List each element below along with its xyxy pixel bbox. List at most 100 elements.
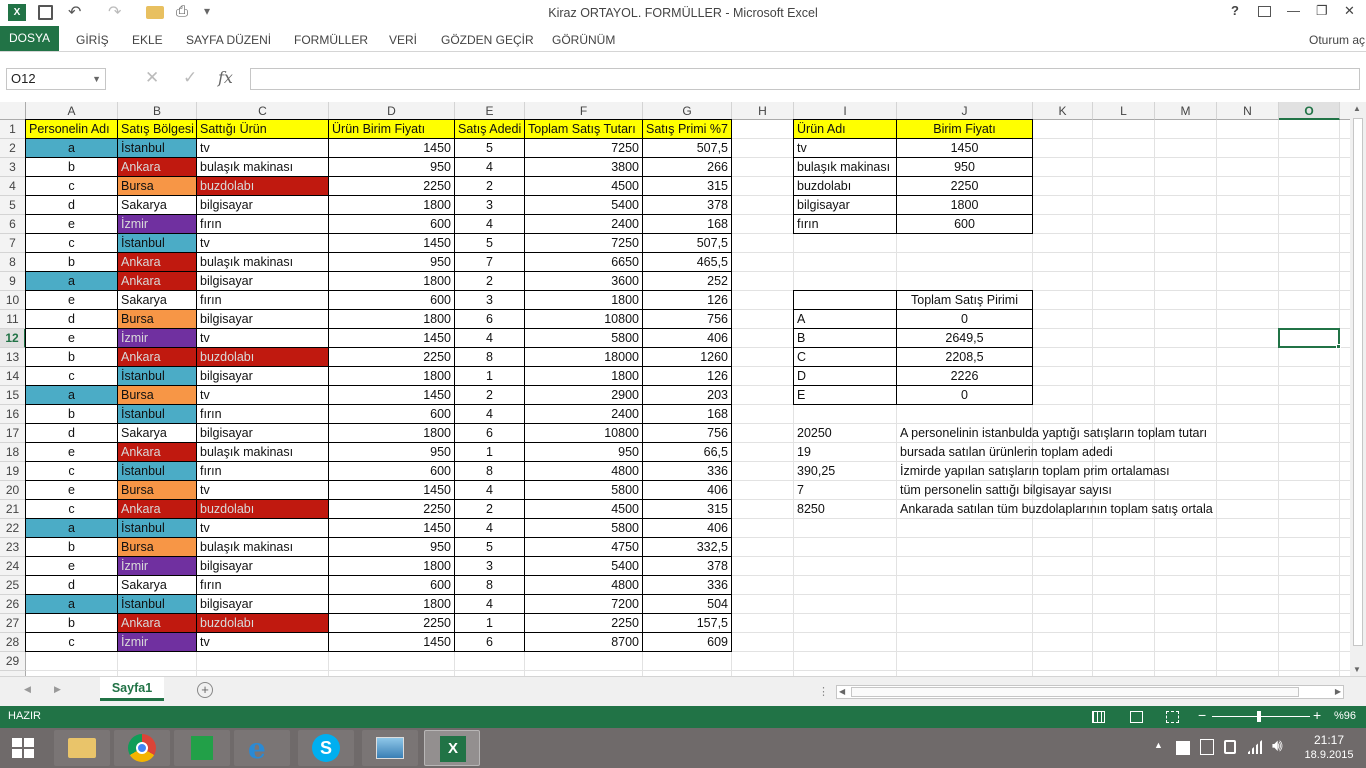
close-button[interactable]: ✕ <box>1344 3 1355 19</box>
column-header-o[interactable]: O <box>1279 102 1340 120</box>
table-cell[interactable]: 4 <box>454 480 525 500</box>
save-icon[interactable] <box>38 5 53 20</box>
row-header[interactable]: 21 <box>0 500 26 519</box>
table-cell[interactable]: 2900 <box>524 385 643 405</box>
table-cell[interactable]: Ankara <box>117 157 197 177</box>
table-cell[interactable]: bilgisayar <box>196 423 329 443</box>
prim-cell[interactable]: A <box>793 309 897 329</box>
table-cell[interactable]: 950 <box>328 252 455 272</box>
table-cell[interactable]: 609 <box>642 632 732 652</box>
table-cell[interactable]: 1 <box>454 613 525 633</box>
table-cell[interactable]: 1450 <box>328 632 455 652</box>
price-cell[interactable]: 600 <box>896 214 1033 234</box>
table-cell[interactable]: 4 <box>454 328 525 348</box>
table-cell[interactable]: 2 <box>454 385 525 405</box>
table-cell[interactable]: bilgisayar <box>196 195 329 215</box>
cancel-icon[interactable]: ✕ <box>145 68 159 88</box>
table-cell[interactable]: c <box>25 499 118 519</box>
summary-value[interactable]: 8250 <box>794 500 897 519</box>
zoom-slider-thumb[interactable] <box>1257 711 1261 722</box>
table-cell[interactable]: İstanbul <box>117 233 197 253</box>
row-header[interactable]: 7 <box>0 234 26 253</box>
table-cell[interactable]: Sakarya <box>117 195 197 215</box>
price-cell[interactable]: tv <box>793 138 897 158</box>
table-cell[interactable]: 1260 <box>642 347 732 367</box>
hscroll-thumb[interactable] <box>851 687 1299 697</box>
summary-value[interactable]: 7 <box>794 481 897 500</box>
tab-home[interactable]: GİRİŞ <box>76 30 109 50</box>
table-cell[interactable]: 1800 <box>328 366 455 386</box>
table-cell[interactable]: 7200 <box>524 594 643 614</box>
price-cell[interactable]: fırın <box>793 214 897 234</box>
row-header[interactable]: 26 <box>0 595 26 614</box>
table-cell[interactable]: 4 <box>454 594 525 614</box>
summary-label[interactable]: A personelinin istanbulda yaptığı satışl… <box>897 424 1210 443</box>
formula-input[interactable] <box>250 68 1360 90</box>
table-cell[interactable]: c <box>25 632 118 652</box>
table-cell[interactable]: Ankara <box>117 499 197 519</box>
table-cell[interactable]: fırın <box>196 575 329 595</box>
table-cell[interactable]: 7250 <box>524 233 643 253</box>
table-cell[interactable]: 1450 <box>328 328 455 348</box>
column-header-g[interactable]: G <box>643 102 732 120</box>
table-cell[interactable]: Sakarya <box>117 423 197 443</box>
table-cell[interactable]: 4800 <box>524 575 643 595</box>
power-icon[interactable] <box>1224 740 1236 754</box>
table-cell[interactable]: 1800 <box>328 271 455 291</box>
tab-view[interactable]: GÖRÜNÜM <box>552 30 615 50</box>
table-cell[interactable]: Bursa <box>117 480 197 500</box>
zoom-out-button[interactable]: − <box>1198 707 1206 723</box>
table-header-cell[interactable]: Satış Bölgesi <box>117 119 197 139</box>
column-header-k[interactable]: K <box>1033 102 1093 120</box>
table-cell[interactable]: bilgisayar <box>196 556 329 576</box>
table-cell[interactable]: İstanbul <box>117 461 197 481</box>
table-cell[interactable]: c <box>25 176 118 196</box>
scroll-up-icon[interactable]: ▲ <box>1353 104 1361 113</box>
price-cell[interactable]: 1450 <box>896 138 1033 158</box>
table-cell[interactable]: 1450 <box>328 480 455 500</box>
table-header-cell[interactable]: Satış Primi %7 <box>642 119 732 139</box>
help-button[interactable]: ? <box>1231 3 1239 18</box>
table-header-cell[interactable]: Toplam Satış Tutarı <box>524 119 643 139</box>
table-cell[interactable]: 66,5 <box>642 442 732 462</box>
ribbon-display-options-icon[interactable] <box>1258 6 1271 17</box>
table-cell[interactable]: tv <box>196 632 329 652</box>
summary-label[interactable]: İzmirde yapılan satışların toplam prim o… <box>897 462 1173 481</box>
table-cell[interactable]: Bursa <box>117 537 197 557</box>
table-cell[interactable]: Sakarya <box>117 290 197 310</box>
row-header[interactable]: 5 <box>0 196 26 215</box>
table-cell[interactable]: İzmir <box>117 214 197 234</box>
table-cell[interactable]: 3800 <box>524 157 643 177</box>
prim-cell[interactable]: 2226 <box>896 366 1033 386</box>
table-cell[interactable]: 1450 <box>328 385 455 405</box>
insert-function-icon[interactable]: fx <box>218 68 233 87</box>
worksheet-grid[interactable]: ABCDEFGHIJKLMNOP123456789101112131415161… <box>0 102 1350 676</box>
table-cell[interactable]: 2250 <box>328 499 455 519</box>
summary-label[interactable]: bursada satılan ürünlerin toplam adedi <box>897 443 1116 462</box>
table-cell[interactable]: İstanbul <box>117 594 197 614</box>
account-sign-in[interactable]: Oturum aç <box>1309 30 1365 50</box>
prim-cell[interactable]: C <box>793 347 897 367</box>
tab-review[interactable]: GÖZDEN GEÇİR <box>441 30 534 50</box>
table-cell[interactable]: e <box>25 480 118 500</box>
page-break-view-icon[interactable] <box>1166 711 1179 723</box>
row-header[interactable]: 27 <box>0 614 26 633</box>
column-header-c[interactable]: C <box>197 102 329 120</box>
table-cell[interactable]: b <box>25 157 118 177</box>
table-cell[interactable]: 7 <box>454 252 525 272</box>
table-cell[interactable]: e <box>25 556 118 576</box>
summary-value[interactable]: 20250 <box>794 424 897 443</box>
table-cell[interactable]: 1 <box>454 366 525 386</box>
table-cell[interactable]: 1450 <box>328 518 455 538</box>
table-cell[interactable]: 6650 <box>524 252 643 272</box>
row-header[interactable]: 25 <box>0 576 26 595</box>
volume-icon[interactable]: 🔊︎ <box>1272 736 1283 756</box>
table-cell[interactable]: 157,5 <box>642 613 732 633</box>
table-cell[interactable]: 950 <box>524 442 643 462</box>
page-layout-view-icon[interactable] <box>1130 711 1143 723</box>
table-cell[interactable]: 2250 <box>328 176 455 196</box>
table-cell[interactable]: e <box>25 328 118 348</box>
table-cell[interactable]: 2400 <box>524 404 643 424</box>
table-cell[interactable]: 10800 <box>524 309 643 329</box>
table-cell[interactable]: 950 <box>328 537 455 557</box>
